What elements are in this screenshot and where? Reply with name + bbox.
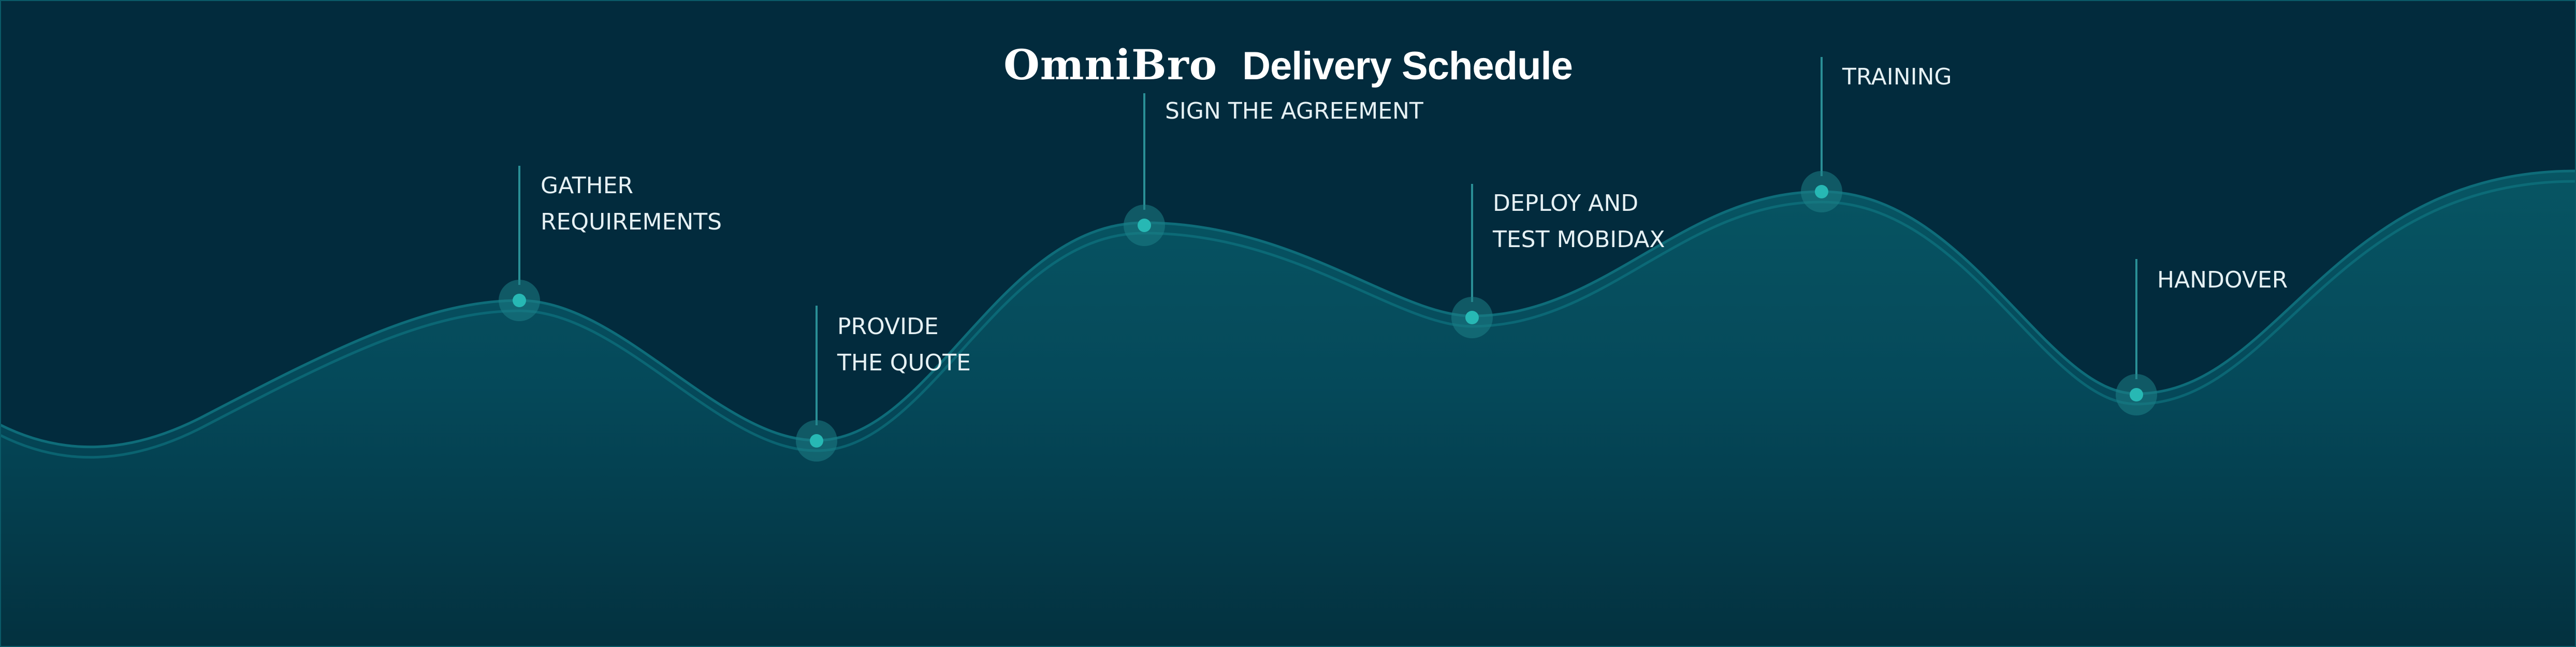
step-label-deploy-and-test: DEPLOY AND TEST MOBIDAX <box>1493 185 1665 258</box>
step-label-line: GATHER <box>541 172 634 199</box>
step-label-line: DEPLOY AND <box>1493 190 1639 217</box>
step-label-gather-requirements: GATHER REQUIREMENTS <box>541 168 722 240</box>
step-label-handover: HANDOVER <box>2157 262 2288 298</box>
brand-logo-text: OmniBro <box>1003 40 1218 89</box>
step-label-sign-the-agreement: SIGN THE AGREEMENT <box>1165 93 1423 130</box>
step-label-training: TRAINING <box>1842 59 1952 95</box>
step-marker-dot <box>1138 219 1151 232</box>
delivery-schedule-diagram: OmniBro Delivery Schedule GATHER REQUIREM… <box>0 0 2576 647</box>
step-label-line: HANDOVER <box>2157 267 2288 293</box>
step-marker-dot <box>2130 388 2143 401</box>
page-title: OmniBro Delivery Schedule <box>0 40 2576 89</box>
step-label-line: THE QUOTE <box>837 350 971 376</box>
wave-area <box>0 171 2576 647</box>
step-marker-dot <box>513 294 526 307</box>
step-label-line: SIGN THE AGREEMENT <box>1165 98 1423 124</box>
step-label-line: TEST MOBIDAX <box>1493 226 1665 253</box>
step-label-line: TRAINING <box>1842 64 1952 90</box>
step-marker-dot <box>1815 185 1828 198</box>
step-label-line: PROVIDE <box>837 313 939 340</box>
step-marker-dot <box>810 434 823 448</box>
step-label-provide-the-quote: PROVIDE THE QUOTE <box>837 309 971 381</box>
step-marker-dot <box>1465 311 1479 324</box>
schedule-title: Delivery Schedule <box>1242 44 1573 88</box>
step-label-line: REQUIREMENTS <box>541 209 722 235</box>
